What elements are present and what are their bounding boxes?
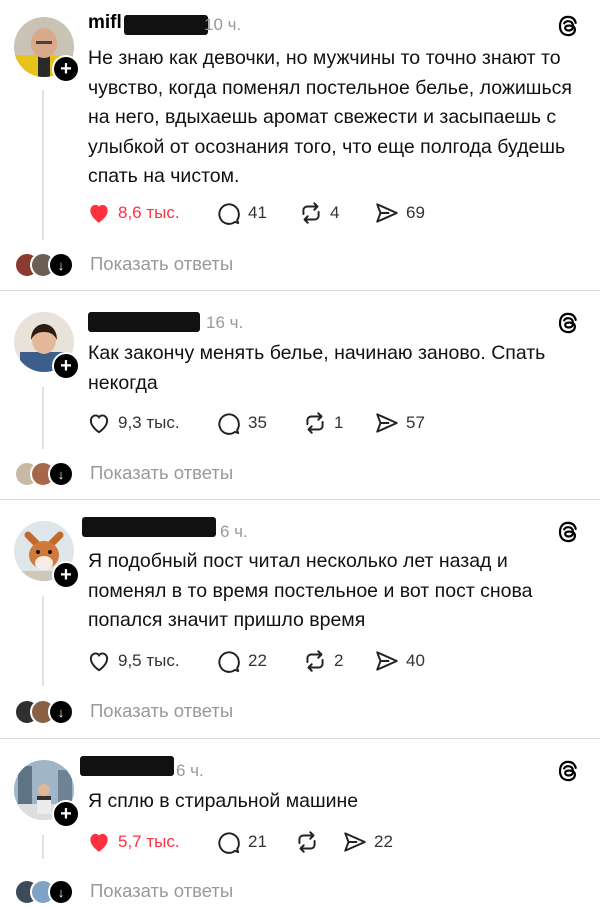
post-text: Не знаю как девочки, но мужчины то точно… xyxy=(88,47,572,187)
share-icon xyxy=(344,832,366,852)
heart-icon xyxy=(90,833,108,852)
post-time: 10 ч. xyxy=(204,15,242,34)
thread-line xyxy=(42,835,44,859)
repost-icon xyxy=(298,831,316,853)
share-button[interactable]: 57 xyxy=(374,408,425,438)
heart-icon xyxy=(89,652,109,672)
like-button[interactable]: 5,7 тыс. xyxy=(86,827,180,857)
repost-button[interactable]: 1 xyxy=(302,408,343,438)
threads-logo-icon[interactable] xyxy=(556,311,580,335)
share-icon xyxy=(376,203,398,223)
like-count: 9,5 тыс. xyxy=(118,651,180,670)
show-replies-row[interactable]: ↓ Показать ответы xyxy=(14,459,414,487)
repost-count: 4 xyxy=(330,203,340,222)
thread-line xyxy=(42,90,44,240)
post-time: 16 ч. xyxy=(206,313,244,332)
heart-icon xyxy=(90,204,108,223)
comment-count: 21 xyxy=(248,832,267,851)
repost-icon xyxy=(306,412,324,434)
comment-icon xyxy=(218,832,240,854)
show-replies-row[interactable]: ↓ Показать ответы xyxy=(14,697,414,725)
like-count: 5,7 тыс. xyxy=(118,832,180,851)
share-count: 22 xyxy=(374,832,393,851)
arrow-down-icon: ↓ xyxy=(48,461,74,487)
repost-button[interactable]: 2 xyxy=(302,646,343,676)
share-count: 69 xyxy=(406,203,425,222)
username-redacted xyxy=(124,15,208,35)
arrow-down-icon: ↓ xyxy=(48,699,74,725)
username[interactable]: mifl xyxy=(88,12,122,34)
post-time: 6 ч. xyxy=(220,522,248,541)
post-time: 6 ч. xyxy=(176,761,204,780)
threads-logo-icon[interactable] xyxy=(556,520,580,544)
repost-button[interactable]: 4 xyxy=(298,198,339,228)
repost-icon xyxy=(302,202,320,224)
comment-button[interactable]: 35 xyxy=(216,408,267,438)
share-button[interactable]: 40 xyxy=(374,646,425,676)
username-redacted xyxy=(88,312,200,332)
post: + 6 ч. Я подобный пост читал несколько л… xyxy=(0,500,600,738)
threads-logo-icon[interactable] xyxy=(556,14,580,38)
comment-count: 41 xyxy=(248,203,267,222)
arrow-down-icon: ↓ xyxy=(48,879,74,905)
post-actions: 9,5 тыс. 22 2 40 xyxy=(86,646,566,676)
show-replies-link[interactable]: Показать ответы xyxy=(90,880,233,902)
comment-button[interactable]: 41 xyxy=(216,198,267,228)
post: + 6 ч. Я сплю в стиральной машине 5,7 ты… xyxy=(0,739,600,908)
repost-icon xyxy=(306,650,324,672)
post-text: Как закончу менять белье, начинаю заново… xyxy=(88,342,546,394)
show-replies-link[interactable]: Показать ответы xyxy=(90,253,233,275)
comment-button[interactable]: 21 xyxy=(216,827,267,857)
like-button[interactable]: 9,3 тыс. xyxy=(86,408,180,438)
heart-icon xyxy=(89,414,109,434)
repost-count: 2 xyxy=(334,651,344,670)
post-actions: 5,7 тыс. 21 22 xyxy=(86,827,566,857)
follow-plus-icon[interactable]: + xyxy=(52,561,80,589)
post-actions: 8,6 тыс. 41 4 69 xyxy=(86,198,566,228)
comment-icon xyxy=(218,413,240,435)
follow-plus-icon[interactable]: + xyxy=(52,800,80,828)
post: + mifl 10 ч. Не знаю как девочки, но муж… xyxy=(0,0,600,290)
follow-plus-icon[interactable]: + xyxy=(52,352,80,380)
share-count: 40 xyxy=(406,651,425,670)
threads-logo-icon[interactable] xyxy=(556,759,580,783)
post-actions: 9,3 тыс. 35 1 57 xyxy=(86,408,566,438)
post-text: Я сплю в стиральной машине xyxy=(88,790,359,812)
repost-button[interactable] xyxy=(294,827,326,857)
show-replies-row[interactable]: ↓ Показать ответы xyxy=(14,250,414,278)
like-count: 9,3 тыс. xyxy=(118,413,180,432)
like-count: 8,6 тыс. xyxy=(118,203,180,222)
share-icon xyxy=(376,651,398,671)
username-redacted xyxy=(80,756,174,776)
share-icon xyxy=(376,413,398,433)
arrow-down-icon: ↓ xyxy=(48,252,74,278)
repost-count: 1 xyxy=(334,413,344,432)
comment-count: 22 xyxy=(248,651,267,670)
show-replies-link[interactable]: Показать ответы xyxy=(90,700,233,722)
follow-plus-icon[interactable]: + xyxy=(52,55,80,83)
comment-icon xyxy=(218,651,240,673)
share-count: 57 xyxy=(406,413,425,432)
show-replies-row[interactable]: ↓ Показать ответы xyxy=(14,877,414,905)
like-button[interactable]: 8,6 тыс. xyxy=(86,198,180,228)
post: + 16 ч. Как закончу менять белье, начина… xyxy=(0,291,600,499)
share-button[interactable]: 69 xyxy=(374,198,425,228)
post-text: Я подобный пост читал несколько лет наза… xyxy=(88,550,533,631)
thread-line xyxy=(42,596,44,686)
comment-icon xyxy=(218,203,240,225)
comment-button[interactable]: 22 xyxy=(216,646,267,676)
like-button[interactable]: 9,5 тыс. xyxy=(86,646,180,676)
thread-line xyxy=(42,387,44,449)
username-redacted xyxy=(82,517,216,537)
show-replies-link[interactable]: Показать ответы xyxy=(90,462,233,484)
share-button[interactable]: 22 xyxy=(342,827,393,857)
comment-count: 35 xyxy=(248,413,267,432)
